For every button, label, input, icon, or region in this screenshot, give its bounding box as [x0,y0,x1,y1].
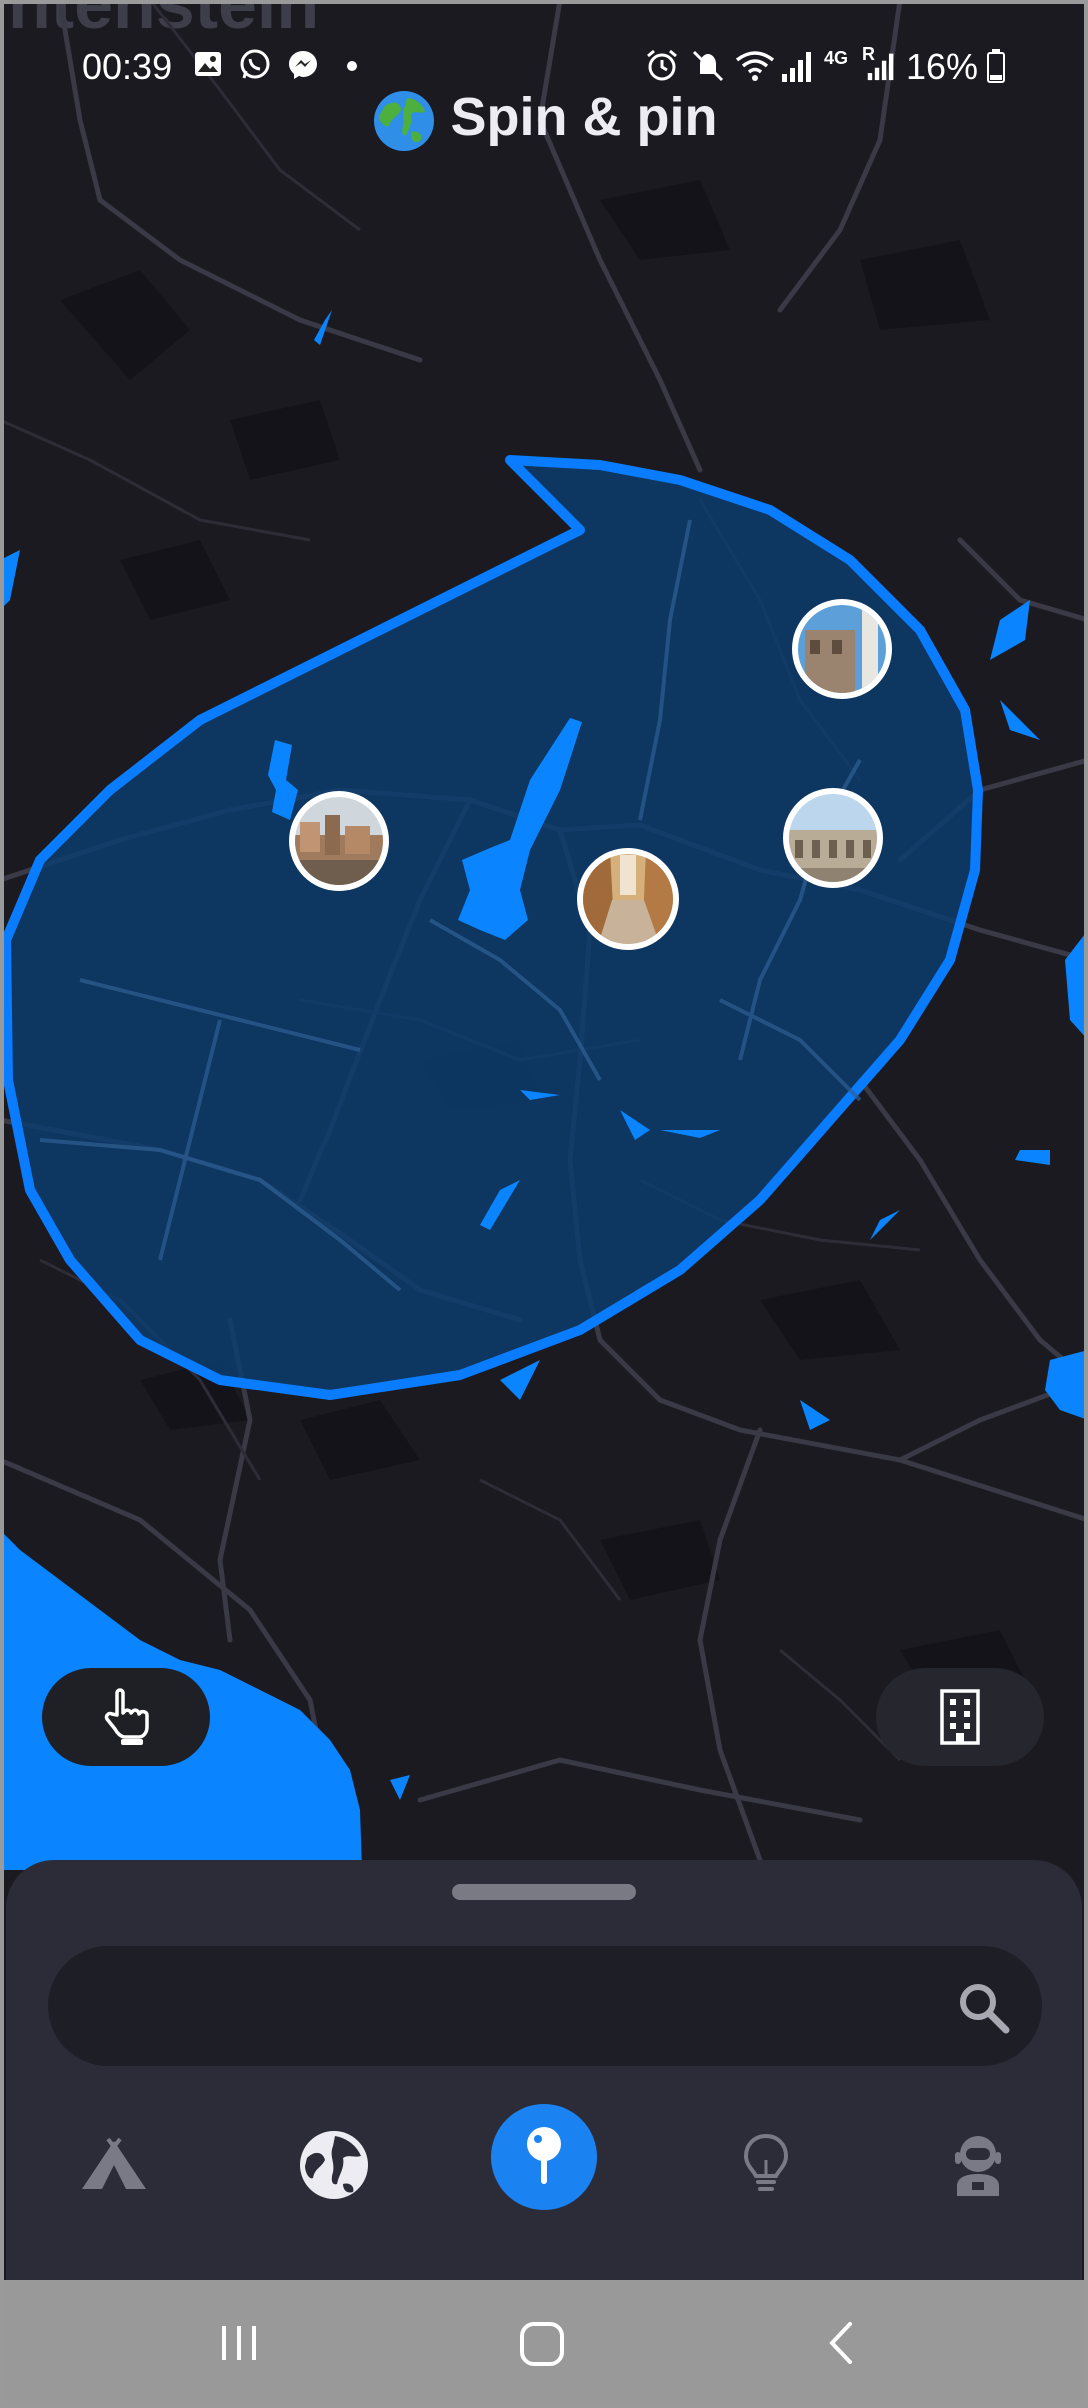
wifi-icon [735,51,775,81]
lightbulb-icon [743,2133,789,2191]
home-icon[interactable] [516,2318,568,2370]
recent-apps-icon[interactable] [214,2318,264,2368]
gesture-mode-button[interactable] [42,1668,210,1766]
search-icon[interactable] [956,1980,1012,2036]
map-pin-icon [527,2127,561,2184]
back-icon[interactable] [818,2318,868,2368]
building-icon [940,1689,980,1745]
bottom-navigation [6,2100,1082,2250]
nav-camp-tab[interactable] [59,2110,169,2220]
map-place-label: ntenstein [8,0,319,43]
battery-percentage: 16% [906,46,979,87]
whatsapp-icon [240,49,270,79]
battery-icon [987,49,1005,83]
bottom-sheet [6,1860,1082,2280]
alarm-icon [647,49,677,81]
camp-icon [82,2137,146,2189]
globe-icon [373,90,434,151]
system-navigation-bar [0,2280,1088,2408]
hand-pointer-icon [104,1688,149,1745]
search-input[interactable] [88,1946,952,2068]
network-type-label: 4G [824,48,849,68]
signal-icon [867,53,894,81]
astronaut-icon [955,2136,1001,2196]
app-header: Spin & pin [0,86,1088,154]
app-title: Spin & pin [450,87,718,147]
dot-icon [347,61,357,71]
mute-icon [692,50,724,82]
map-view[interactable]: ntenstein [0,0,1088,1870]
sheet-drag-handle[interactable] [452,1884,636,1900]
status-time: 00:39 [82,46,173,87]
nav-profile-tab[interactable] [923,2110,1033,2220]
buildings-layer-button[interactable] [876,1668,1044,1766]
nav-ideas-tab[interactable] [711,2110,821,2220]
nav-pin-tab[interactable] [491,2104,597,2210]
search-bar[interactable] [48,1946,1042,2068]
signal-icon [782,52,811,82]
gallery-icon [195,52,221,76]
globe-explore-icon [300,2131,368,2199]
nav-explore-tab[interactable] [279,2110,389,2220]
messenger-icon [289,51,317,79]
